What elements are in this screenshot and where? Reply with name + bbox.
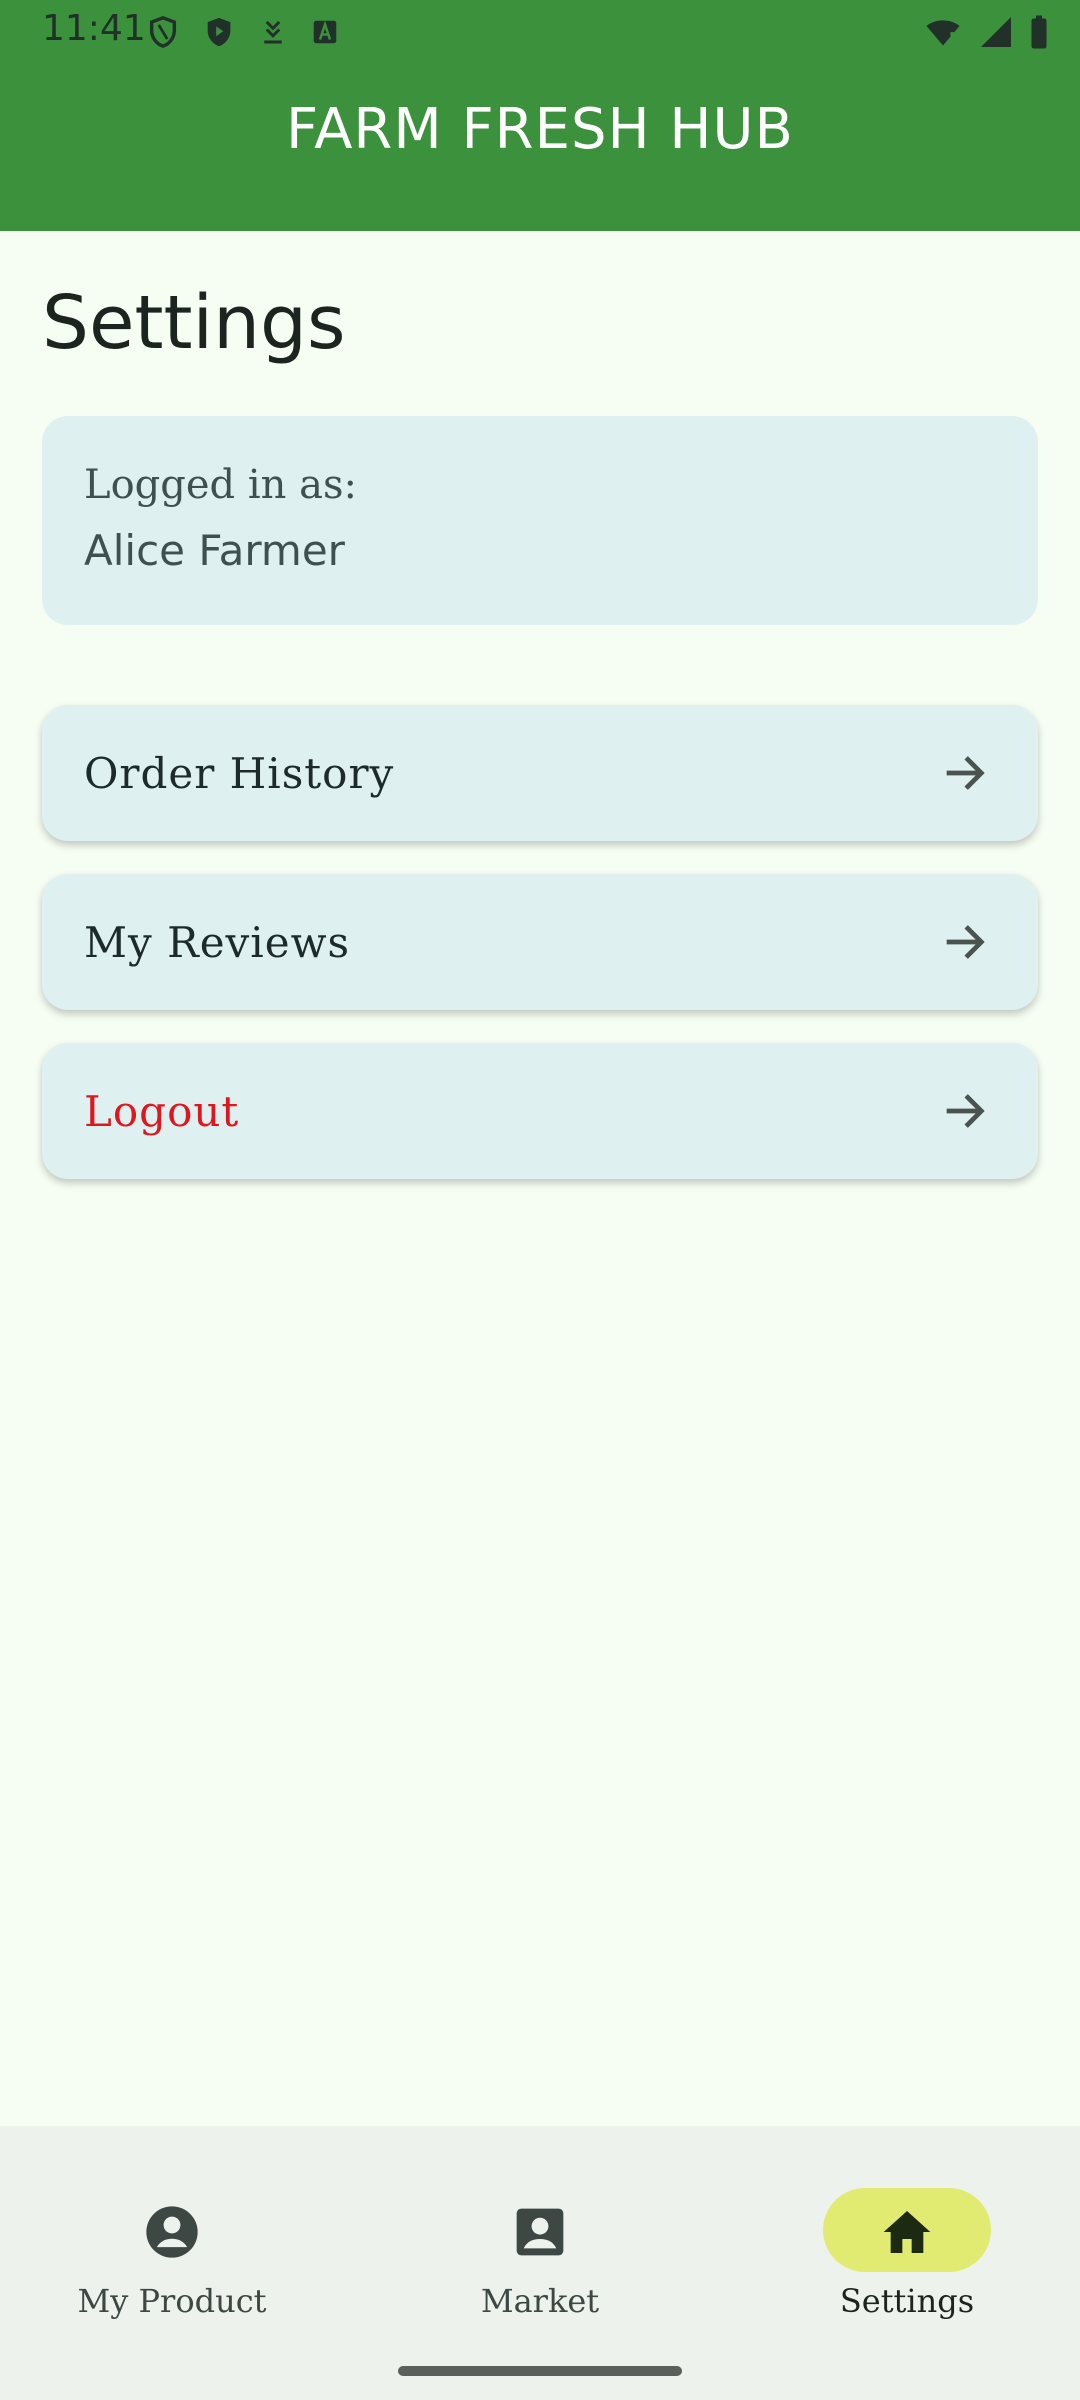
download-icon — [264, 20, 282, 44]
status-icons-right — [922, 14, 1050, 50]
order-history-button[interactable]: Order History — [42, 705, 1038, 841]
account-circle-icon — [146, 2206, 198, 2258]
status-icons-left — [146, 14, 340, 50]
settings-screen: 11:41 FARM FRESH HUB Settings Logged in … — [0, 0, 1080, 2400]
status-bar: 11:41 — [0, 0, 1080, 64]
home-icon — [883, 2211, 931, 2253]
order-history-label: Order History — [84, 748, 395, 798]
my-reviews-button[interactable]: My Reviews — [42, 874, 1038, 1010]
home-indicator[interactable] — [398, 2366, 682, 2376]
app-bar: FARM FRESH HUB — [0, 64, 1080, 231]
status-time: 11:41 — [42, 8, 146, 49]
arrow-right-icon — [946, 756, 985, 790]
battery-icon — [1031, 15, 1047, 49]
vpn-shield-outline-icon — [149, 16, 177, 48]
arrow-right-icon — [946, 925, 985, 959]
logged-in-label: Logged in as: — [84, 462, 357, 508]
logout-button[interactable]: Logout — [42, 1043, 1038, 1179]
user-name: Alice Farmer — [84, 526, 345, 575]
my-reviews-label: My Reviews — [84, 917, 351, 967]
signal-icon — [981, 17, 1011, 47]
wifi-alert-icon — [926, 20, 960, 46]
nav-market-label: Market — [480, 2282, 600, 2320]
nav-my-product[interactable]: My Product — [22, 2156, 322, 2320]
arrow-right-icon — [946, 1094, 985, 1128]
play-shield-icon — [207, 17, 231, 47]
logout-label: Logout — [84, 1086, 240, 1136]
user-info-card: Logged in as: Alice Farmer — [42, 416, 1038, 625]
nav-settings-label: Settings — [839, 2282, 975, 2320]
contact-card-icon — [516, 2208, 564, 2256]
page-title: Settings — [42, 280, 346, 366]
bottom-navigation: My Product Market Settings — [0, 2126, 1080, 2400]
nav-settings[interactable]: Settings — [757, 2156, 1057, 2320]
nav-market[interactable]: Market — [390, 2156, 690, 2320]
text-a-icon — [313, 20, 337, 44]
nav-my-product-label: My Product — [77, 2282, 267, 2320]
app-title: FARM FRESH HUB — [286, 97, 794, 162]
